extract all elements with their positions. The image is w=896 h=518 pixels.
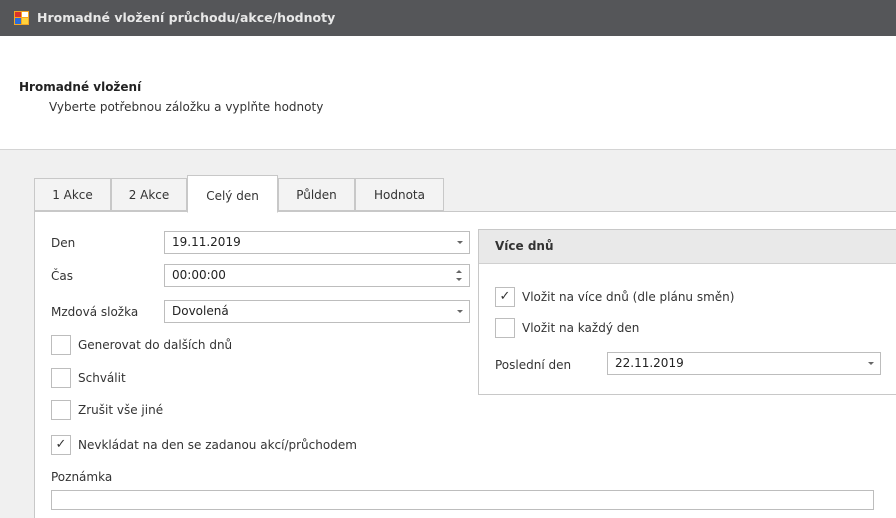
zrusit-label: Zrušit vše jiné (78, 403, 164, 417)
zrusit-checkbox[interactable] (51, 400, 71, 420)
vlozit-vice-checkbox[interactable]: ✓ (495, 287, 515, 307)
header-subtitle: Vyberte potřebnou záložku a vyplňte hodn… (49, 100, 324, 114)
mzdova-slozka-select[interactable]: Dovolená (164, 300, 470, 323)
header-title: Hromadné vložení (19, 80, 142, 94)
chevron-down-icon[interactable] (457, 310, 463, 313)
vice-dnu-title: Více dnů (495, 239, 554, 253)
mzdova-slozka-label: Mzdová složka (51, 305, 139, 319)
tab-pulden[interactable]: Půlden (278, 178, 355, 211)
poznamka-input[interactable] (51, 490, 874, 510)
tab-2-akce[interactable]: 2 Akce (111, 178, 187, 211)
generovat-label: Generovat do dalších dnů (78, 338, 233, 352)
spin-down-icon[interactable] (456, 278, 462, 281)
tab-hodnota[interactable]: Hodnota (355, 178, 444, 211)
nevkladat-checkbox[interactable]: ✓ (51, 435, 71, 455)
tab-cely-den[interactable]: Celý den (187, 175, 278, 213)
schvalit-label: Schválit (78, 371, 126, 385)
cas-value: 00:00:00 (172, 268, 226, 282)
spin-up-icon[interactable] (456, 270, 462, 273)
den-label: Den (51, 236, 76, 250)
title-bar: Hromadné vložení průchodu/akce/hodnoty (0, 0, 896, 36)
vlozit-vice-label: Vložit na více dnů (dle plánu směn) (522, 290, 735, 304)
posledni-den-label: Poslední den (495, 358, 572, 372)
vice-dnu-header: Více dnů (479, 230, 896, 264)
header: Hromadné vložení Vyberte potřebnou zálož… (0, 36, 896, 150)
chevron-down-icon[interactable] (457, 241, 463, 244)
window-title: Hromadné vložení průchodu/akce/hodnoty (37, 10, 336, 25)
cas-label: Čas (51, 269, 73, 283)
nevkladat-label: Nevkládat na den se zadanou akcí/průchod… (78, 438, 357, 452)
poznamka-label: Poznámka (51, 470, 113, 484)
app-icon (14, 11, 29, 25)
cas-time-field[interactable]: 00:00:00 (164, 264, 470, 287)
den-value: 19.11.2019 (172, 235, 241, 249)
vlozit-kazdy-checkbox[interactable] (495, 318, 515, 338)
vlozit-kazdy-label: Vložit na každý den (522, 321, 640, 335)
generovat-checkbox[interactable] (51, 335, 71, 355)
den-date-field[interactable]: 19.11.2019 (164, 231, 470, 254)
tab-1-akce[interactable]: 1 Akce (34, 178, 111, 211)
chevron-down-icon[interactable] (868, 362, 874, 365)
mzdova-slozka-value: Dovolená (172, 304, 229, 318)
posledni-den-value: 22.11.2019 (615, 356, 684, 370)
schvalit-checkbox[interactable] (51, 368, 71, 388)
posledni-den-field[interactable]: 22.11.2019 (607, 352, 881, 375)
